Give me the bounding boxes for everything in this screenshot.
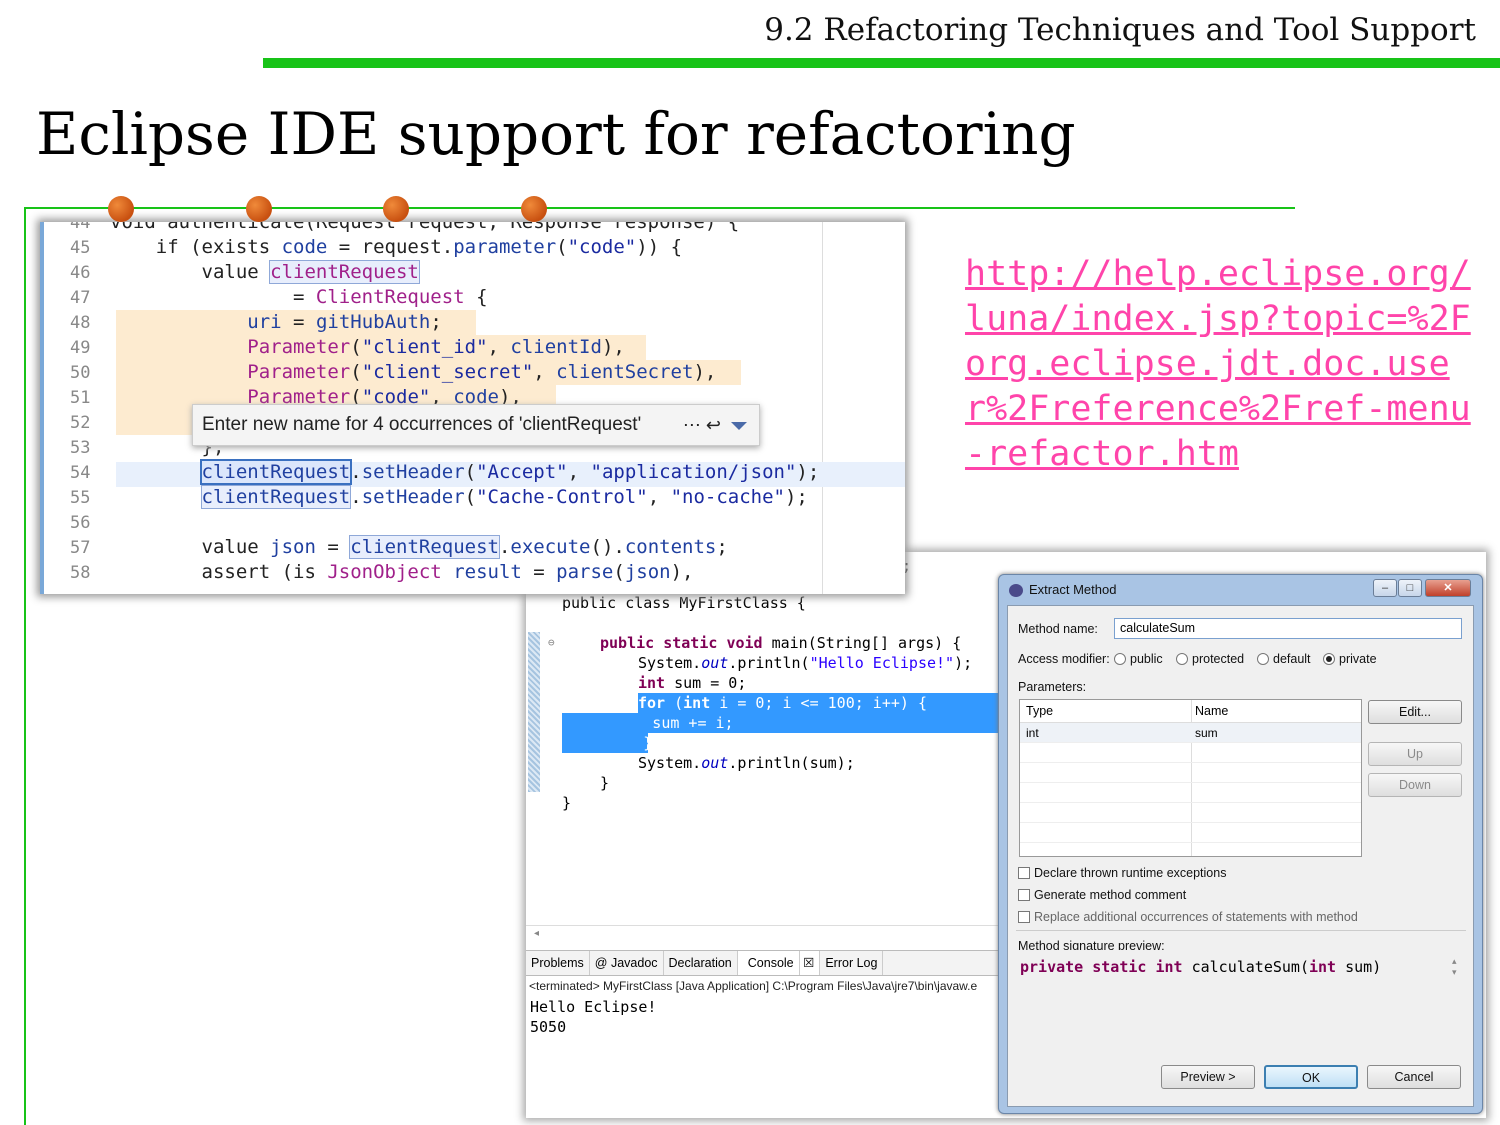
horizontal-scrollbar[interactable]: ◂ <box>526 925 998 943</box>
eclipse-icon <box>1009 584 1023 597</box>
up-button[interactable]: Up <box>1368 742 1462 766</box>
parameters-label: Parameters: <box>1018 680 1087 694</box>
fold-icon[interactable]: ⊖ <box>548 633 555 653</box>
code-line: 58 assert (is JsonObject result = parse(… <box>70 561 694 583</box>
code-line: System.out.println("Hello Eclipse!"); <box>638 654 973 672</box>
cancel-button[interactable]: Cancel <box>1367 1065 1461 1089</box>
code-line: 52 <box>70 413 91 433</box>
extract-method-dialog: Extract Method – □ ✕ Method name: calcul… <box>998 574 1483 1114</box>
ok-button[interactable]: OK <box>1264 1065 1358 1089</box>
side-rule <box>24 207 26 1125</box>
column-header-name[interactable]: Name <box>1195 700 1228 723</box>
maximize-button[interactable]: □ <box>1398 579 1422 597</box>
tab-declaration[interactable]: Declaration <box>664 951 738 975</box>
code-line: 48 uri = gitHubAuth; <box>70 311 442 333</box>
close-button[interactable]: ✕ <box>1425 579 1471 597</box>
code-line: 54 clientRequest.setHeader("Accept", "ap… <box>70 459 820 485</box>
code-line: 55 clientRequest.setHeader("Cache-Contro… <box>70 485 808 509</box>
radio-default[interactable]: default <box>1257 652 1311 666</box>
bullet-dot <box>521 196 547 222</box>
column-header-type[interactable]: Type <box>1026 700 1053 723</box>
code-line: public static void main(String[] args) { <box>600 634 962 652</box>
code-line: 46 value clientRequest <box>70 260 420 284</box>
code-line: public class MyFirstClass { <box>562 594 806 612</box>
selected-code: sum += i; <box>562 713 1008 733</box>
dialog-title: Extract Method <box>1029 582 1117 597</box>
radio-protected[interactable]: protected <box>1176 652 1244 666</box>
code-line: 47 = ClientRequest { <box>70 286 488 308</box>
access-modifier-label: Access modifier: <box>1018 652 1110 666</box>
code-line: 44 void authenticate(Request request, Res… <box>70 222 740 233</box>
code-line: int sum = 0; <box>638 674 747 692</box>
checkbox-replace-occurrences[interactable]: Replace additional occurrences of statem… <box>1018 910 1358 924</box>
minimize-button[interactable]: – <box>1373 579 1397 597</box>
more-options-icon[interactable]: ⋯ ↩ <box>683 405 721 445</box>
console-output: Hello Eclipse! 5050 <box>530 998 657 1036</box>
rename-tooltip[interactable]: Enter new name for 4 occurrences of 'cli… <box>192 404 760 446</box>
header-rule <box>263 58 1500 68</box>
console-status: <terminated> MyFirstClass [Java Applicat… <box>529 979 978 993</box>
checkbox-declare-exceptions[interactable]: Declare thrown runtime exceptions <box>1018 866 1226 880</box>
bullet-dot <box>108 196 134 222</box>
radio-private[interactable]: private <box>1323 652 1377 666</box>
bullet-dot <box>246 196 272 222</box>
tab-javadoc[interactable]: @ Javadoc <box>590 951 664 975</box>
selected-code: for (int i = 0; i <= 100; i++) { <box>638 693 1008 713</box>
code-line: 49 Parameter("client_id", clientId), <box>70 336 625 358</box>
method-name-label: Method name: <box>1018 622 1098 636</box>
dialog-body: Method name: calculateSum Access modifie… <box>1007 605 1474 1107</box>
checkbox-generate-comment[interactable]: Generate method comment <box>1018 888 1186 902</box>
edit-button[interactable]: Edit... <box>1368 700 1462 724</box>
rename-editor-screenshot: 44 void authenticate(Request request, Res… <box>40 222 905 594</box>
title-rule <box>25 207 1295 209</box>
parameters-table: Type Name int sum <box>1019 699 1362 857</box>
eclipse-help-link[interactable]: http://help.eclipse.org/luna/index.jsp?t… <box>965 252 1485 477</box>
scroll-arrows-icon[interactable]: ▴ ▾ <box>1452 956 1457 978</box>
code-line: 45 if (exists code = request.parameter("… <box>70 236 683 258</box>
bullet-dot <box>383 196 409 222</box>
code-line: 50 Parameter("client_secret", clientSecr… <box>70 361 717 383</box>
change-ruler <box>528 632 540 792</box>
tab-console[interactable]: Console ☒ <box>737 951 821 975</box>
slide-title: Eclipse IDE support for refactoring <box>36 100 1076 168</box>
method-name-input[interactable]: calculateSum <box>1114 618 1462 639</box>
code-line: System.out.println(sum); <box>638 754 855 772</box>
code-line: 56 <box>70 513 91 533</box>
rename-tooltip-text: Enter new name for 4 occurrences of 'cli… <box>202 414 642 435</box>
section-title: 9.2 Refactoring Techniques and Tool Supp… <box>764 12 1476 48</box>
tab-error-log[interactable]: Error Log <box>820 951 884 975</box>
tab-problems[interactable]: Problems <box>526 951 590 975</box>
down-button[interactable]: Down <box>1368 773 1462 797</box>
console-tab-bar: Problems @ Javadoc Declaration Console ☒ Err… <box>526 950 1006 976</box>
table-row[interactable]: int sum <box>1020 723 1361 743</box>
radio-public[interactable]: public <box>1114 652 1163 666</box>
code-line: 57 value json = clientRequest.execute().… <box>70 535 728 559</box>
dropdown-icon[interactable] <box>731 422 747 430</box>
signature-preview: private static int calculateSum(int sum) <box>1018 950 1468 998</box>
preview-button[interactable]: Preview > <box>1161 1065 1255 1089</box>
